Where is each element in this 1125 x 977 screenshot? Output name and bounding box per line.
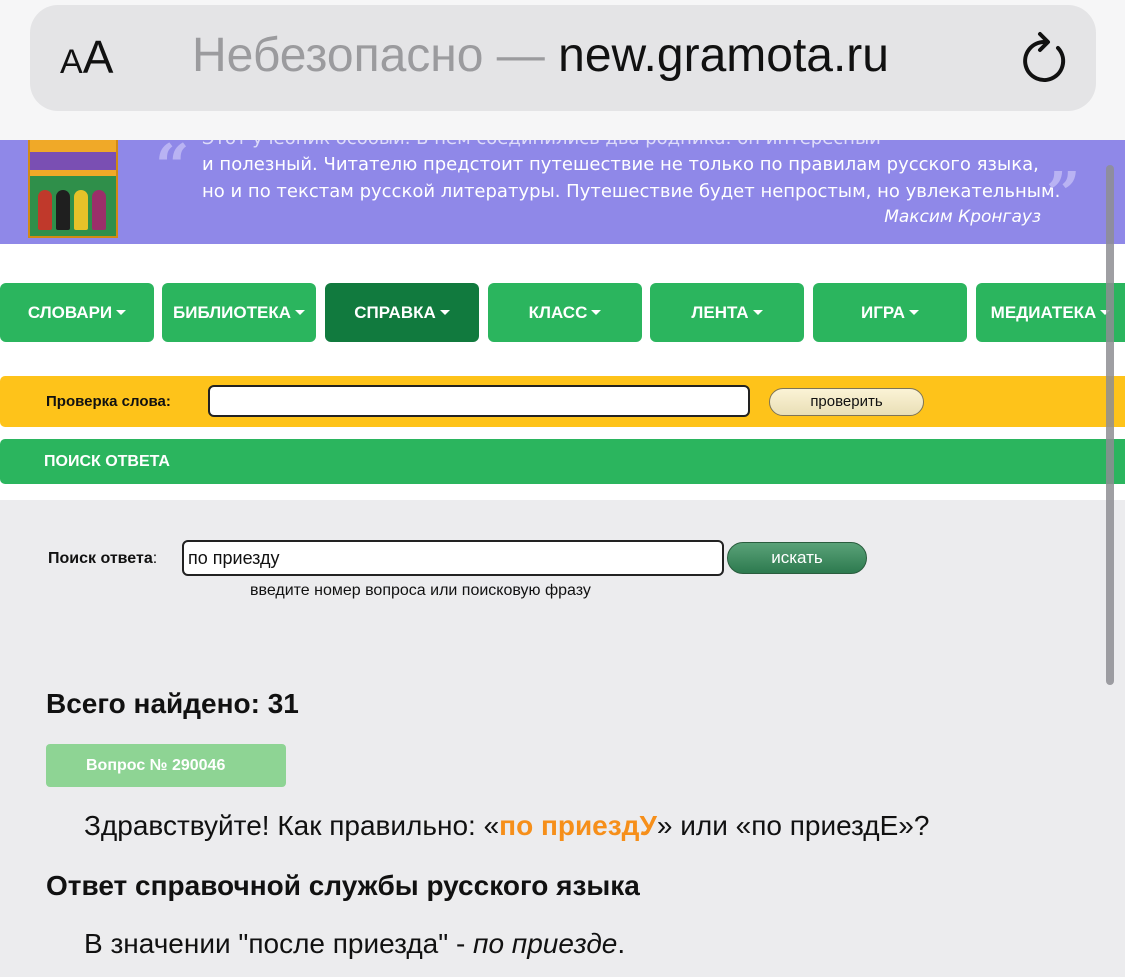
nav-igra[interactable]: ИГРА	[813, 283, 967, 342]
banner-quote-line: но и по текстам русской литературы. Путе…	[202, 181, 1061, 202]
label-colon: :	[152, 550, 158, 567]
answer-search-label: Поиск ответа:	[48, 550, 157, 568]
chevron-down-icon	[294, 310, 305, 315]
answer-text-part: .	[617, 928, 626, 959]
book-cover-image	[28, 140, 118, 238]
search-input-value: по приезду	[188, 548, 280, 568]
nav-label: ИГРА	[861, 302, 905, 322]
banner-quote-line: и полезный. Читателю предстоит путешеств…	[202, 154, 1039, 175]
question-text-part: » или «по приездЕ»?	[656, 810, 930, 841]
promo-banner[interactable]: “ Этот учебник особый. В нём соединились…	[0, 140, 1125, 244]
domain-text: new.gramota.ru	[558, 29, 889, 82]
search-button[interactable]: искать	[727, 542, 867, 574]
close-quote-icon: ”	[1046, 160, 1081, 230]
nav-label: СПРАВКА	[354, 302, 436, 322]
word-check-label: Проверка слова:	[46, 393, 171, 410]
check-word-button[interactable]: проверить	[769, 388, 924, 416]
chevron-down-icon	[908, 310, 919, 315]
answer-search-input[interactable]: по приезду	[182, 540, 724, 576]
answer-text: В значении "после приезда" - по приезде.	[84, 928, 625, 960]
browser-toolbar: AA Небезопасно — new.gramota.ru	[0, 0, 1125, 140]
search-hint: введите номер вопроса или поисковую фраз…	[250, 582, 591, 599]
nav-label: КЛАСС	[528, 302, 588, 322]
reload-icon[interactable]	[1018, 30, 1070, 88]
aa-big-glyph: A	[82, 31, 114, 83]
page-scrollbar[interactable]	[1106, 165, 1114, 685]
nav-biblioteka[interactable]: БИБЛИОТЕКА	[162, 283, 316, 342]
nav-label: МЕДИАТЕКА	[990, 302, 1097, 322]
nav-label: ЛЕНТА	[691, 302, 749, 322]
nav-lenta[interactable]: ЛЕНТА	[650, 283, 804, 342]
aa-small-glyph: A	[60, 43, 83, 81]
url-display[interactable]: Небезопасно — new.gramota.ru	[192, 28, 889, 83]
nav-label: БИБЛИОТЕКА	[173, 302, 291, 322]
nav-spravka[interactable]: СПРАВКА	[325, 283, 479, 342]
open-quote-icon: “	[155, 140, 190, 202]
nav-klass[interactable]: КЛАСС	[488, 283, 642, 342]
question-number-badge[interactable]: Вопрос № 290046	[46, 744, 286, 787]
nav-mediateka[interactable]: МЕДИАТЕКА	[976, 283, 1125, 342]
word-check-input[interactable]	[208, 385, 750, 417]
answer-italic: по приезде	[473, 928, 618, 959]
reader-settings-button[interactable]: AA	[60, 30, 113, 84]
nav-slovari[interactable]: СЛОВАРИ	[0, 283, 154, 342]
answer-search-label-text: Поиск ответа	[48, 550, 153, 567]
nav-label: СЛОВАРИ	[27, 302, 113, 322]
banner-quote-line: Этот учебник особый. В нём соединились д…	[202, 140, 881, 149]
chevron-down-icon	[591, 310, 602, 315]
insecure-label: Небезопасно —	[192, 29, 559, 82]
banner-author: Максим Кронгауз	[884, 207, 1041, 227]
answer-heading: Ответ справочной службы русского языка	[46, 870, 640, 901]
answer-text-part: В значении "после приезда" -	[84, 928, 474, 959]
answer-search-title: ПОИСК ОТВЕТА	[44, 453, 170, 470]
question-text-part: Здравствуйте! Как правильно: «	[84, 810, 500, 841]
results-count: Всего найдено: 31	[46, 688, 299, 719]
chevron-down-icon	[439, 310, 450, 315]
chevron-down-icon	[116, 310, 127, 315]
question-text: Здравствуйте! Как правильно: «по приездУ…	[84, 810, 929, 842]
question-highlight: по приездУ	[499, 810, 657, 841]
chevron-down-icon	[752, 310, 763, 315]
